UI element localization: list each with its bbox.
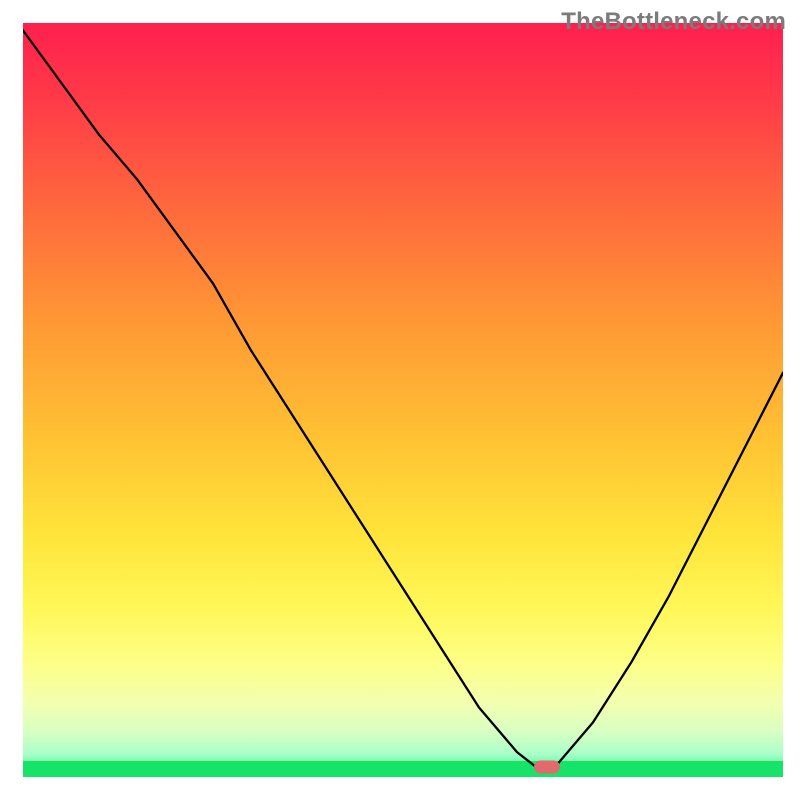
optimal-marker — [534, 761, 560, 774]
bottleneck-curve-path — [23, 30, 783, 767]
chart-plot-area — [23, 23, 783, 777]
chart-curve — [23, 23, 783, 777]
watermark-text: TheBottleneck.com — [561, 8, 786, 36]
